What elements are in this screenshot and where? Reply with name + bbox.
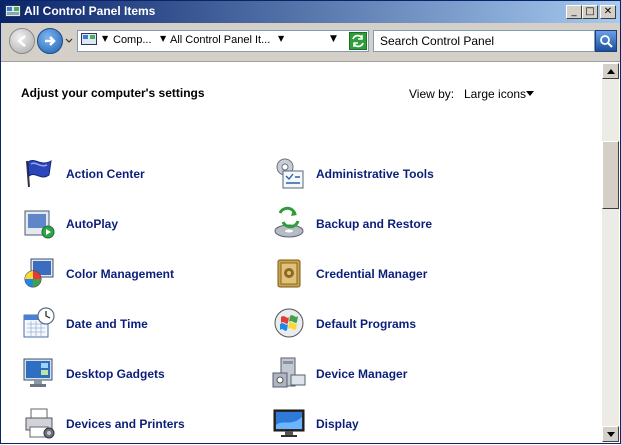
- minimize-button[interactable]: _: [566, 5, 582, 19]
- item-desktop-gadgets[interactable]: Desktop Gadgets: [21, 355, 261, 395]
- printer-icon: [25, 408, 55, 439]
- back-button[interactable]: [9, 28, 35, 54]
- title-bar[interactable]: All Control Panel Items _ □ ✕: [1, 1, 620, 23]
- item-action-center[interactable]: Action Center: [21, 155, 261, 195]
- item-credential-manager[interactable]: Credential Manager: [271, 255, 511, 295]
- backup-icon: [274, 206, 304, 238]
- clock-icon: [23, 307, 55, 338]
- search-icon: [600, 35, 613, 48]
- item-label: Device Manager: [316, 367, 408, 381]
- credential-icon: [277, 259, 301, 288]
- refresh-icon: [352, 34, 364, 48]
- control-panel-window: All Control Panel Items _ □ ✕ ▼ Comp...: [0, 0, 621, 444]
- device-manager-icon: [272, 357, 306, 388]
- item-label: Action Center: [66, 167, 145, 181]
- view-by-dropdown[interactable]: Large icons: [464, 87, 526, 101]
- item-administrative-tools[interactable]: Administrative Tools: [271, 155, 511, 195]
- forward-arrow-icon: [45, 36, 56, 46]
- address-bar[interactable]: ▼ Comp... ▼ All Control Panel It... ▼ ▼: [77, 30, 369, 52]
- item-label: Backup and Restore: [316, 217, 433, 231]
- down-arrow-icon: [607, 432, 615, 437]
- item-label: Date and Time: [66, 317, 148, 331]
- address-toolbar: ▼ Comp... ▼ All Control Panel It... ▼ ▼ …: [1, 23, 620, 62]
- item-backup-and-restore[interactable]: Backup and Restore: [271, 205, 511, 245]
- up-arrow-icon: [607, 69, 615, 74]
- display-icon: [273, 409, 305, 437]
- item-label: Default Programs: [316, 317, 417, 331]
- scroll-down-button[interactable]: [602, 426, 619, 442]
- content-pane: Adjust your computer's settings View by:…: [1, 62, 620, 443]
- forward-button[interactable]: [37, 28, 63, 54]
- breadcrumb-separator-icon[interactable]: ▼: [160, 34, 166, 43]
- control-panel-icon: [81, 33, 97, 45]
- close-button[interactable]: ✕: [600, 5, 616, 19]
- window-title: All Control Panel Items: [24, 4, 156, 18]
- item-label: Administrative Tools: [316, 167, 434, 181]
- recent-pages-dropdown-icon[interactable]: [65, 36, 73, 46]
- item-label: Credential Manager: [316, 267, 428, 281]
- admin-tools-icon: [276, 158, 304, 189]
- maximize-button[interactable]: □: [582, 5, 598, 19]
- search-input[interactable]: Search Control Panel: [373, 30, 595, 52]
- item-default-programs[interactable]: Default Programs: [271, 305, 511, 345]
- autoplay-icon: [24, 210, 55, 239]
- item-color-management[interactable]: Color Management: [21, 255, 261, 295]
- refresh-button[interactable]: [349, 32, 367, 50]
- breadcrumb-separator-icon[interactable]: ▼: [278, 34, 284, 43]
- breadcrumb-computer[interactable]: Comp...: [113, 34, 152, 46]
- view-by-label: View by:: [409, 87, 455, 101]
- page-heading: Adjust your computer's settings: [21, 86, 205, 100]
- item-label: Color Management: [66, 267, 175, 281]
- view-by-dropdown-arrow-icon[interactable]: [526, 91, 534, 96]
- gadgets-icon: [23, 358, 53, 387]
- vertical-scrollbar[interactable]: [602, 63, 619, 442]
- item-label: AutoPlay: [66, 217, 119, 231]
- item-device-manager[interactable]: Device Manager: [271, 355, 511, 395]
- default-programs-icon: [274, 308, 304, 338]
- scroll-thumb[interactable]: [602, 141, 619, 209]
- item-label: Desktop Gadgets: [66, 367, 165, 381]
- item-date-and-time[interactable]: Date and Time: [21, 305, 261, 345]
- item-devices-and-printers[interactable]: Devices and Printers: [21, 405, 261, 445]
- address-dropdown-icon[interactable]: ▼: [330, 34, 342, 48]
- flag-icon: [26, 160, 52, 188]
- search-placeholder: Search Control Panel: [380, 34, 495, 48]
- item-autoplay[interactable]: AutoPlay: [21, 205, 261, 245]
- breadcrumb-control-panel[interactable]: All Control Panel It...: [170, 34, 270, 46]
- color-management-icon: [24, 258, 54, 288]
- item-label: Devices and Printers: [66, 417, 185, 431]
- back-arrow-icon: [17, 35, 26, 47]
- item-label: Display: [316, 417, 359, 431]
- search-button[interactable]: [595, 30, 617, 52]
- item-display[interactable]: Display: [271, 405, 511, 445]
- scroll-up-button[interactable]: [602, 63, 619, 79]
- breadcrumb-separator-icon[interactable]: ▼: [102, 34, 108, 43]
- control-panel-icon: [5, 5, 21, 17]
